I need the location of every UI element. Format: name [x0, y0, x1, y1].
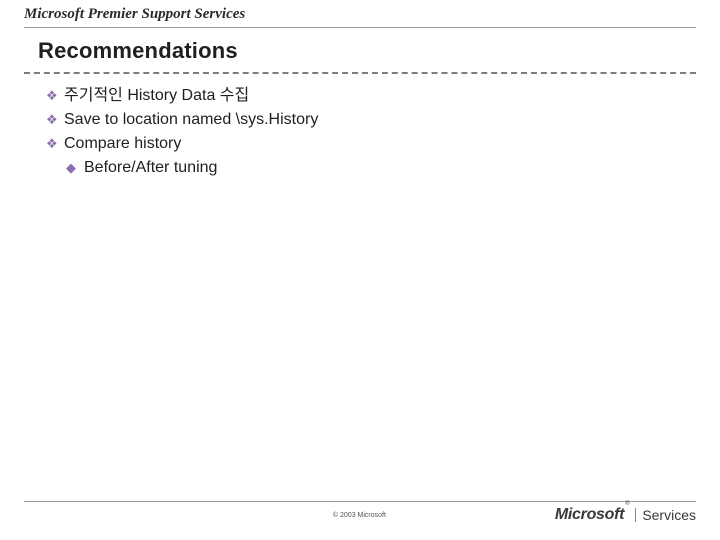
bullet-item: ❖ Compare history: [46, 132, 674, 156]
header-divider: [24, 27, 696, 28]
diamond4-icon: ❖: [46, 110, 60, 124]
footer-divider: [24, 501, 696, 502]
title-block: Recommendations: [24, 38, 696, 74]
logo-word-microsoft: Microsoft: [555, 506, 624, 524]
footer: © 2003 Microsoft Microsoft ® Services: [24, 501, 696, 524]
header: Microsoft Premier Support Services: [24, 6, 696, 28]
diamond4-icon: ❖: [46, 86, 60, 100]
bullet-text: 주기적인 History Data 수집: [64, 87, 249, 104]
footer-logo: Microsoft ® Services: [555, 506, 696, 524]
body-content: ❖ 주기적인 History Data 수집 ❖ Save to locatio…: [46, 84, 674, 180]
copyright-text: © 2003 Microsoft: [164, 512, 555, 519]
logo-separator: [635, 508, 636, 522]
diamond-icon: ◆: [66, 158, 80, 172]
bullet-item: ❖ 주기적인 History Data 수집: [46, 84, 674, 108]
registered-icon: ®: [625, 501, 629, 507]
bullet-text: Compare history: [64, 135, 181, 152]
bullet-text: Before/After tuning: [84, 159, 217, 176]
title-underline: [24, 72, 696, 74]
microsoft-logo: Microsoft ®: [555, 506, 629, 524]
header-brand: Microsoft Premier Support Services: [24, 6, 696, 25]
logo-word-services: Services: [642, 507, 696, 523]
diamond4-icon: ❖: [46, 134, 60, 148]
footer-row: © 2003 Microsoft Microsoft ® Services: [24, 506, 696, 524]
sub-bullet-item: ◆ Before/After tuning: [66, 156, 674, 180]
slide-title: Recommendations: [24, 38, 696, 68]
bullet-text: Save to location named \sys.History: [64, 111, 318, 128]
bullet-item: ❖ Save to location named \sys.History: [46, 108, 674, 132]
